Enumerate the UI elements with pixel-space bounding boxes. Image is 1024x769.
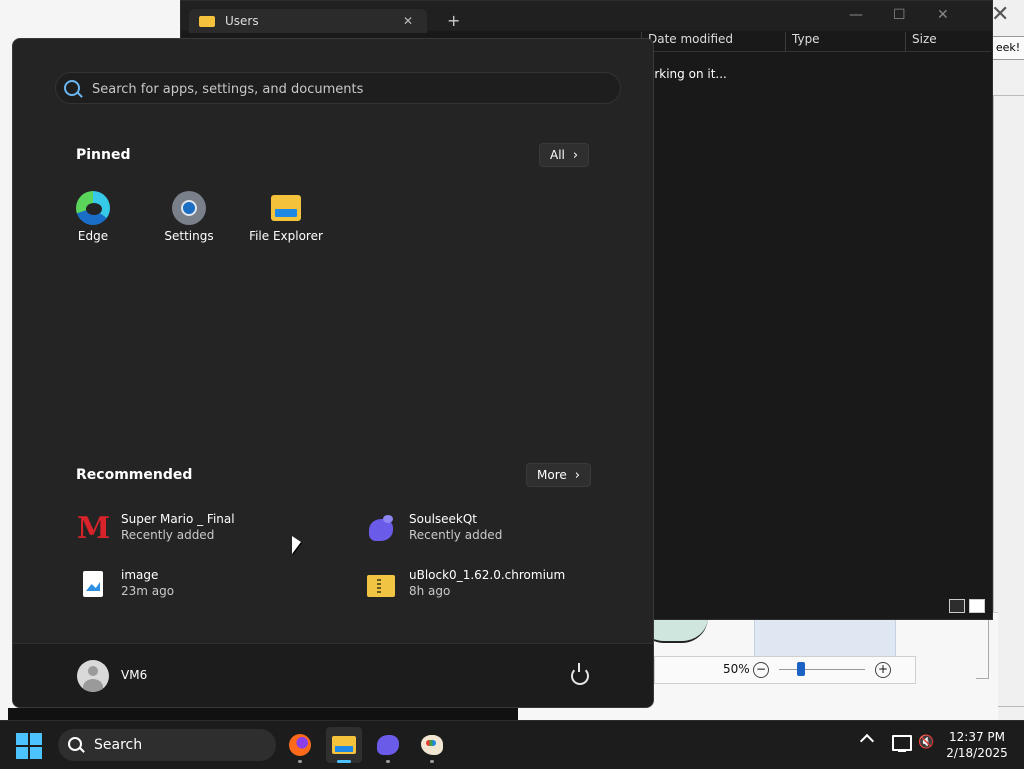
running-indicator xyxy=(386,760,390,763)
seek-button[interactable]: eek! xyxy=(989,36,1024,60)
taskbar-paint[interactable] xyxy=(414,727,450,763)
search-icon xyxy=(68,737,82,751)
column-type[interactable]: Type xyxy=(785,32,904,52)
file-explorer-icon xyxy=(332,736,356,754)
recommended-item-name: Super Mario _ Final xyxy=(121,512,235,526)
zoom-out-icon[interactable]: − xyxy=(753,662,769,678)
recommended-item-time: 8h ago xyxy=(409,584,451,598)
column-size[interactable]: Size xyxy=(905,32,986,52)
volume-muted-icon[interactable]: 🔇 xyxy=(918,736,934,750)
recommended-item-time: 23m ago xyxy=(121,584,175,598)
more-label: More xyxy=(537,468,567,482)
zoom-slider-thumb[interactable] xyxy=(796,662,805,676)
windows-start-icon[interactable] xyxy=(16,733,42,759)
running-indicator xyxy=(430,760,434,763)
zoom-slider[interactable] xyxy=(779,669,865,670)
power-icon[interactable] xyxy=(571,663,589,685)
background-strip xyxy=(8,708,518,720)
start-search-input[interactable] xyxy=(90,73,614,105)
explorer-tab[interactable]: Users ✕ xyxy=(189,9,427,33)
taskbar: Search 🔇 12:37 PM 2/18/2025 xyxy=(0,720,1024,769)
recommended-item-time: Recently added xyxy=(121,528,215,542)
explorer-tab-title: Users xyxy=(225,14,259,28)
taskbar-firefox[interactable] xyxy=(282,727,318,763)
tiles-view-icon[interactable] xyxy=(969,599,985,613)
clock-time: 12:37 PM xyxy=(949,730,1005,744)
user-avatar-icon[interactable] xyxy=(77,660,109,692)
mario-icon: M xyxy=(77,511,111,546)
close-icon[interactable]: ✕ xyxy=(991,2,1009,27)
soulseek-icon xyxy=(365,513,397,545)
close-tab-icon[interactable]: ✕ xyxy=(403,9,413,33)
pinned-app-label: Settings xyxy=(164,229,214,243)
pinned-app-edge[interactable]: Edge xyxy=(53,191,133,243)
paint-zoom-bar: 50% − + xyxy=(654,656,916,684)
soulseek-icon xyxy=(377,735,399,755)
search-icon xyxy=(64,80,80,96)
clock-date: 2/18/2025 xyxy=(946,746,1008,760)
show-hidden-icons-chevron-icon[interactable] xyxy=(859,733,875,749)
recommended-item-image[interactable]: image 23m ago xyxy=(77,565,337,605)
start-menu: Pinned All› Edge Settings File Explorer … xyxy=(12,38,654,708)
loading-status: orking on it... xyxy=(647,67,727,81)
settings-icon xyxy=(172,191,206,225)
firefox-icon xyxy=(289,734,311,756)
new-tab-icon[interactable]: + xyxy=(447,11,460,30)
start-footer: VM6 xyxy=(13,643,653,707)
all-apps-button[interactable]: All › xyxy=(539,143,590,167)
taskbar-soulseek[interactable] xyxy=(370,727,406,763)
recommended-item-time: Recently added xyxy=(409,528,503,542)
pinned-app-file-explorer[interactable]: File Explorer xyxy=(245,191,327,243)
pinned-app-settings[interactable]: Settings xyxy=(149,191,229,243)
column-headers: Date modified Type Size xyxy=(641,29,991,52)
close-window-icon[interactable]: ✕ xyxy=(937,7,949,23)
taskbar-search-label: Search xyxy=(94,737,143,753)
running-indicator xyxy=(298,760,302,763)
paint-icon xyxy=(421,735,443,755)
folder-icon xyxy=(199,16,215,27)
chevron-right-icon: › xyxy=(572,148,579,163)
pinned-title: Pinned xyxy=(76,147,131,163)
more-button[interactable]: More › xyxy=(526,463,591,487)
pinned-app-label: Edge xyxy=(77,229,109,243)
details-view-icon[interactable] xyxy=(949,599,965,613)
file-explorer-icon xyxy=(269,191,303,225)
chevron-right-icon: › xyxy=(574,468,580,483)
active-indicator xyxy=(337,760,351,763)
image-file-icon xyxy=(77,569,109,601)
user-name[interactable]: VM6 xyxy=(121,668,147,682)
pinned-app-label: File Explorer xyxy=(249,229,323,243)
mouse-cursor-icon xyxy=(292,536,301,554)
taskbar-search[interactable]: Search xyxy=(58,729,276,761)
recommended-item-name: image xyxy=(121,568,159,582)
column-date-modified[interactable]: Date modified xyxy=(641,32,784,52)
edge-icon xyxy=(76,191,110,225)
recommended-item-soulseek[interactable]: SoulseekQt Recently added xyxy=(365,509,625,549)
recommended-item-name: SoulseekQt xyxy=(409,512,478,526)
recommended-item-ublock[interactable]: uBlock0_1.62.0.chromium 8h ago xyxy=(365,565,625,605)
recommended-item-name: uBlock0_1.62.0.chromium xyxy=(409,568,566,582)
network-icon[interactable] xyxy=(892,735,912,752)
start-search[interactable] xyxy=(55,72,621,105)
system-clock[interactable]: 12:37 PM 2/18/2025 xyxy=(946,729,1008,761)
minimize-icon[interactable]: — xyxy=(849,7,863,23)
maximize-icon[interactable]: ☐ xyxy=(893,7,906,23)
all-apps-label: All xyxy=(550,148,565,162)
zoom-in-icon[interactable]: + xyxy=(875,662,891,678)
zoom-level: 50% xyxy=(723,662,750,676)
canvas-outline xyxy=(976,617,989,679)
recommended-title: Recommended xyxy=(76,467,193,483)
zip-folder-icon xyxy=(365,569,397,601)
taskbar-file-explorer[interactable] xyxy=(326,727,362,763)
